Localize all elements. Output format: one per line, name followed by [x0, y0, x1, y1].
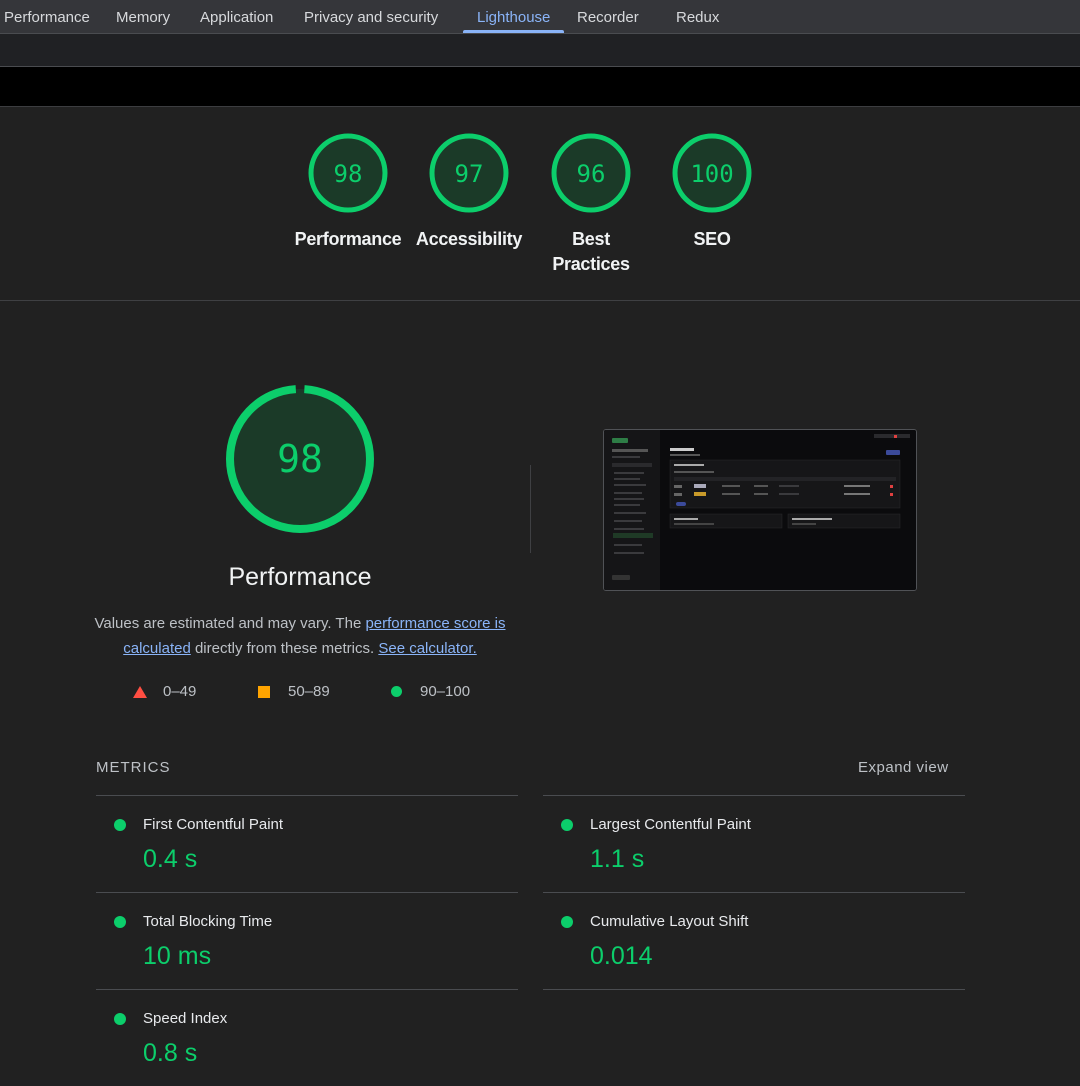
triangle-icon: [133, 685, 147, 698]
tab-lighthouse[interactable]: Lighthouse: [462, 0, 565, 33]
screenshot-image: [604, 430, 916, 590]
tab-performance[interactable]: Performance: [4, 0, 90, 33]
square-icon: [258, 685, 270, 698]
legend-average: 50–89: [258, 683, 330, 700]
see-calculator-link[interactable]: See calculator.: [378, 640, 476, 657]
tab-privacy-and-security[interactable]: Privacy and security: [304, 0, 438, 33]
metric-name: Total Blocking Time: [143, 913, 273, 930]
metric-value: 0.8 s: [143, 1039, 198, 1067]
pass-indicator-icon: [114, 819, 126, 831]
legend-range: 90–100: [420, 683, 471, 700]
metrics-heading: METRICS: [96, 759, 171, 776]
metric-name: First Contentful Paint: [143, 816, 284, 833]
gauge-ring: 97: [429, 133, 509, 213]
scores-summary: 98 Performance 97 Accessibility 96 Best P…: [0, 107, 1080, 301]
gauge-label: Accessibility: [415, 229, 523, 249]
metric-name: Cumulative Layout Shift: [590, 913, 749, 930]
legend-range: 50–89: [288, 683, 330, 700]
circle-icon: [391, 686, 402, 697]
tab-recorder[interactable]: Recorder: [577, 0, 639, 33]
gauge-score: 100: [690, 160, 733, 188]
metric-value: 10 ms: [143, 942, 212, 970]
performance-score: 98: [277, 437, 323, 481]
metric-first-contentful-paint: First Contentful Paint 0.4 s: [96, 795, 518, 892]
gauge-label: Performance: [294, 229, 402, 249]
pass-indicator-icon: [114, 916, 126, 928]
legend-pass: 90–100: [391, 683, 470, 700]
metric-speed-index: Speed Index 0.8 s: [96, 989, 518, 1086]
metric-cumulative-layout-shift: Cumulative Layout Shift 0.014: [543, 892, 965, 989]
metric-name: Largest Contentful Paint: [590, 816, 751, 833]
gauge-label-line2: Practices: [552, 254, 630, 274]
gauge-score: 96: [577, 160, 606, 188]
divider: [530, 465, 531, 553]
gauge-label: SEO: [693, 229, 731, 249]
gauge-ring: 100: [672, 133, 752, 213]
metric-largest-contentful-paint: Largest Contentful Paint 1.1 s: [543, 795, 965, 892]
tab-redux[interactable]: Redux: [676, 0, 719, 33]
performance-detail: 98 Performance Values are estimated and …: [0, 301, 1080, 1080]
pass-indicator-icon: [114, 1013, 126, 1025]
performance-big-gauge: 98: [226, 385, 374, 533]
gauge-performance[interactable]: 98 Performance: [288, 131, 408, 252]
gauge-ring: 96: [551, 133, 631, 213]
metric-value: 1.1 s: [590, 845, 645, 873]
expand-view-toggle[interactable]: Expand view: [858, 759, 949, 776]
legend-range: 0–49: [163, 683, 197, 700]
gauge-label: Best Practices: [531, 227, 651, 277]
lighthouse-toolbar: [0, 34, 1080, 67]
legend-fail: 0–49: [133, 683, 196, 700]
pass-indicator-icon: [561, 916, 573, 928]
metric-name: Speed Index: [143, 1010, 228, 1027]
tab-application[interactable]: Application: [200, 0, 273, 33]
tab-memory[interactable]: Memory: [116, 0, 170, 33]
metric-value: 0.4 s: [143, 845, 198, 873]
desc-middle: directly from these metrics.: [190, 640, 379, 657]
metric-divider: [543, 989, 965, 990]
final-screenshot-thumbnail[interactable]: [603, 429, 917, 591]
metric-value: 0.014: [590, 942, 653, 970]
devtools-tab-bar: Performance Memory Application Privacy a…: [0, 0, 1080, 34]
gauge-best-practices[interactable]: 96 Best Practices: [531, 131, 651, 277]
gauge-score: 98: [334, 160, 363, 188]
metric-total-blocking-time: Total Blocking Time 10 ms: [96, 892, 518, 989]
pass-indicator-icon: [561, 819, 573, 831]
performance-title: Performance: [228, 563, 372, 591]
gauge-seo[interactable]: 100 SEO: [652, 131, 772, 252]
performance-description: Values are estimated and may vary. The p…: [90, 611, 510, 661]
gauge-label-line1: Best: [572, 229, 610, 249]
report-topbar: [0, 67, 1080, 107]
desc-prefix: Values are estimated and may vary. The: [94, 615, 366, 632]
gauge-accessibility[interactable]: 97 Accessibility: [409, 131, 529, 252]
gauge-score: 97: [455, 160, 484, 188]
gauge-ring: 98: [308, 133, 388, 213]
